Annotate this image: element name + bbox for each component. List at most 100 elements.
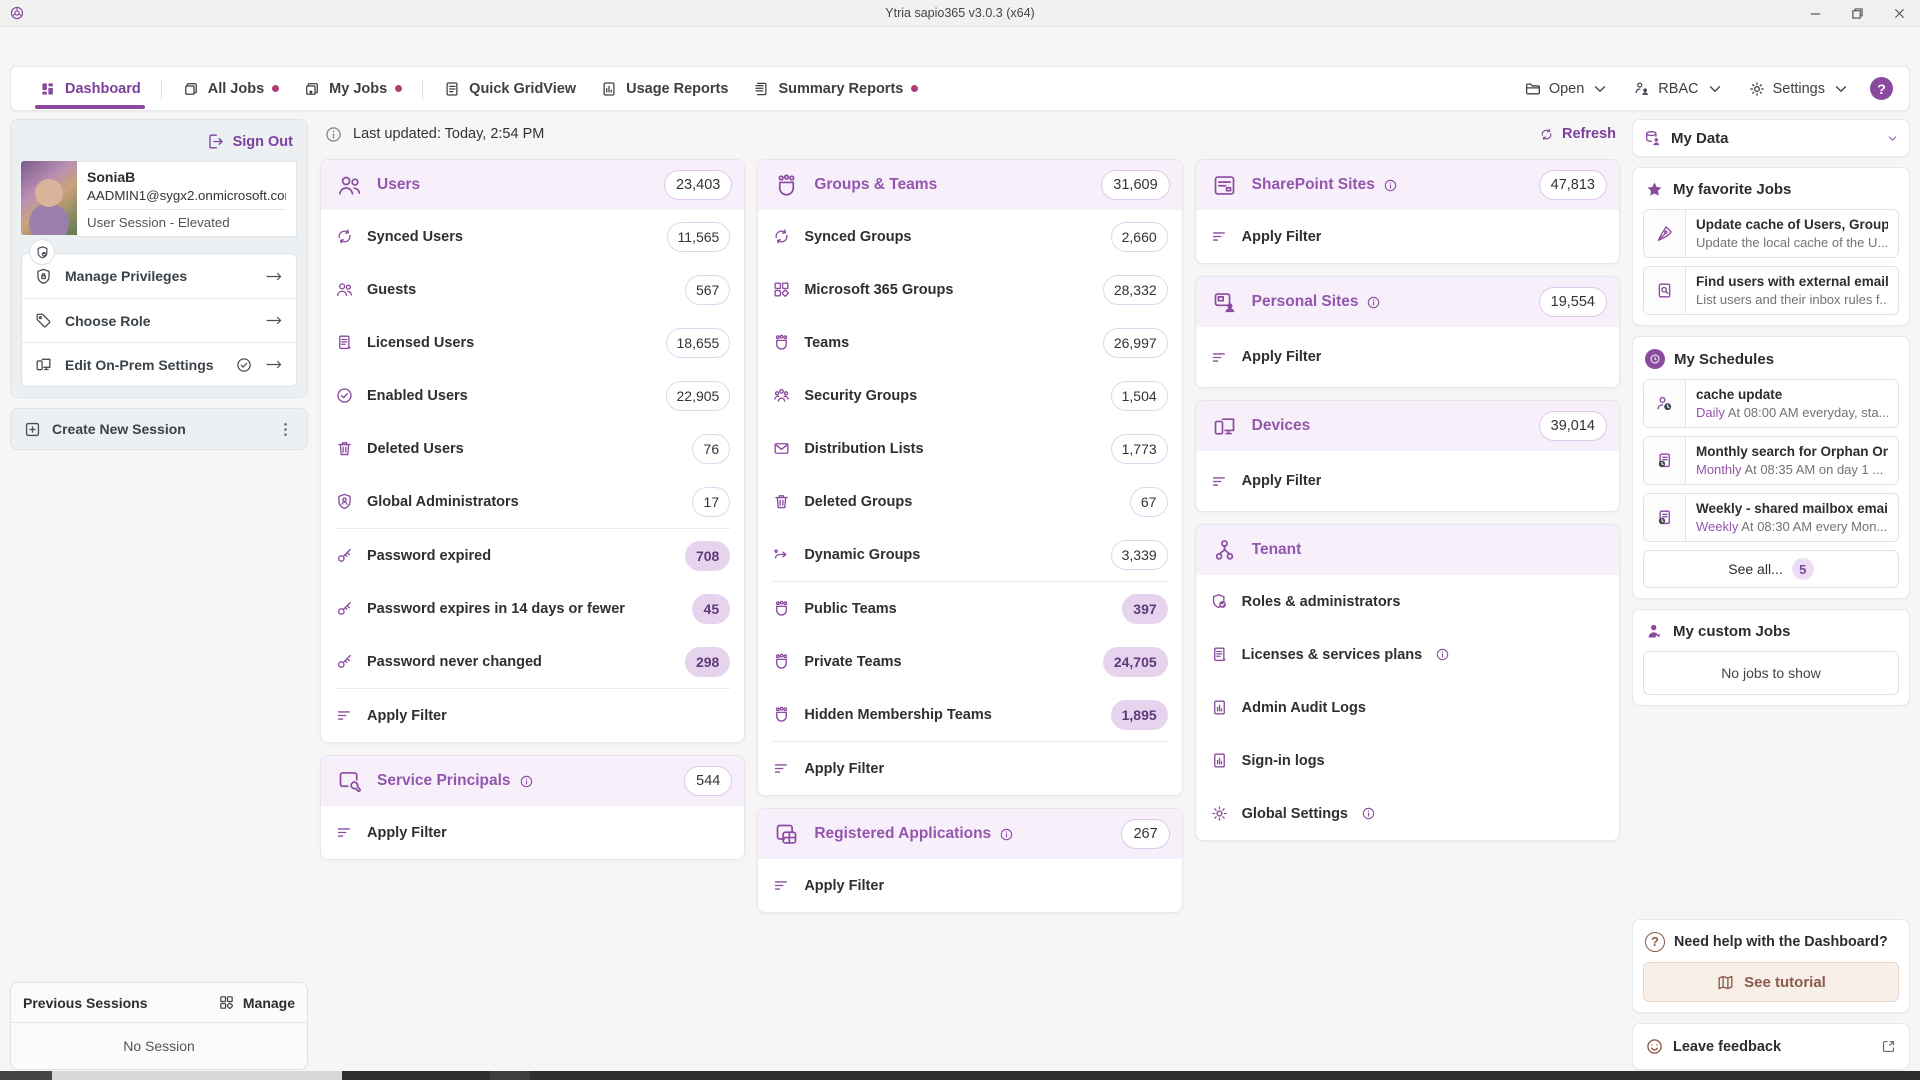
schedule-item[interactable]: Weekly - shared mailbox email... Weekly … — [1643, 493, 1899, 542]
settings-menu-button[interactable]: Settings — [1748, 80, 1850, 98]
sharepoint-sites-card: SharePoint Sites 47,813 Apply Filter — [1195, 159, 1620, 264]
notification-dot — [272, 85, 279, 92]
sign-out-button[interactable]: Sign Out — [206, 132, 293, 151]
person-icon — [1645, 622, 1664, 641]
edit-onprem-settings-item[interactable]: Edit On-Prem Settings — [22, 342, 296, 386]
info-icon — [1361, 806, 1376, 821]
square-plus-icon — [23, 420, 42, 439]
list-item-licensed-users[interactable]: Licensed Users18,655 — [321, 316, 744, 369]
info-icon — [519, 774, 534, 789]
see-tutorial-button[interactable]: See tutorial — [1643, 962, 1899, 1002]
list-item-dynamic-groups[interactable]: Dynamic Groups3,339 — [758, 528, 1181, 581]
favorite-job-item[interactable]: Find users with external email ... List … — [1643, 266, 1899, 315]
previous-sessions-card: Previous Sessions Manage No Session — [10, 982, 308, 1070]
doc-clock-icon — [1644, 494, 1686, 541]
list-item-enabled-users[interactable]: Enabled Users22,905 — [321, 369, 744, 422]
registered-applications-header[interactable]: Registered Applications 267 — [758, 809, 1181, 859]
check-circle-icon — [235, 356, 253, 374]
groups-apply-filter-button[interactable]: Apply Filter — [758, 742, 1181, 795]
sharepoint-sites-header[interactable]: SharePoint Sites 47,813 — [1196, 160, 1619, 210]
see-all-button[interactable]: See all... 5 — [1643, 550, 1899, 588]
list-item-password-expires-soon[interactable]: Password expires in 14 days or fewer45 — [321, 582, 744, 635]
list-item-synced-groups[interactable]: Synced Groups2,660 — [758, 210, 1181, 263]
personal-sites-apply-filter-button[interactable]: Apply Filter — [1196, 327, 1619, 387]
my-data-card[interactable]: My Data — [1632, 119, 1910, 157]
license-icon — [335, 333, 354, 352]
filter-icon — [1210, 348, 1229, 367]
kebab-menu-icon[interactable] — [276, 420, 295, 439]
service-wrench-icon — [336, 768, 363, 795]
users-card-header[interactable]: Users 23,403 — [321, 160, 744, 210]
tab-quick-gridview[interactable]: Quick GridView — [431, 67, 588, 110]
security-group-icon — [772, 386, 791, 405]
tab-all-jobs[interactable]: All Jobs — [170, 67, 291, 110]
list-item-security-groups[interactable]: Security Groups1,504 — [758, 369, 1181, 422]
list-item-password-expired[interactable]: Password expired708 — [321, 529, 744, 582]
schedule-item[interactable]: cache update Daily At 08:00 AM everyday,… — [1643, 379, 1899, 428]
tab-summary-reports[interactable]: Summary Reports — [740, 67, 930, 110]
user-email: AADMIN1@sygx2.onmicrosoft.com — [87, 188, 286, 203]
right-panel: My Data My favorite Jobs Update cache of… — [1632, 119, 1910, 1070]
schedule-item[interactable]: Monthly search for Orphan On... Monthly … — [1643, 436, 1899, 485]
devices-header[interactable]: Devices 39,014 — [1196, 401, 1619, 451]
service-principals-apply-filter-button[interactable]: Apply Filter — [321, 806, 744, 859]
list-item-private-teams[interactable]: Private Teams24,705 — [758, 635, 1181, 688]
manage-privileges-item[interactable]: Manage Privileges — [22, 254, 296, 298]
list-item-deleted-groups[interactable]: Deleted Groups67 — [758, 475, 1181, 528]
dynamic-flow-icon — [772, 545, 791, 564]
restore-button[interactable] — [1836, 0, 1878, 26]
list-item-global-administrators[interactable]: Global Administrators17 — [321, 475, 744, 528]
rbac-menu-button[interactable]: RBAC — [1633, 80, 1723, 98]
create-new-session-button[interactable]: Create New Session — [10, 408, 308, 450]
personal-sites-header[interactable]: Personal Sites 19,554 — [1196, 277, 1619, 327]
list-item-public-teams[interactable]: Public Teams397 — [758, 582, 1181, 635]
list-item-deleted-users[interactable]: Deleted Users76 — [321, 422, 744, 475]
app-window-icon — [773, 821, 800, 848]
list-item-m365-groups[interactable]: Microsoft 365 Groups28,332 — [758, 263, 1181, 316]
list-item-admin-audit-logs[interactable]: Admin Audit Logs — [1196, 681, 1619, 734]
info-icon — [324, 125, 343, 144]
open-menu-button[interactable]: Open — [1524, 80, 1609, 98]
open-external-icon[interactable] — [1880, 1038, 1897, 1055]
users-apply-filter-button[interactable]: Apply Filter — [321, 689, 744, 742]
sharepoint-apply-filter-button[interactable]: Apply Filter — [1196, 210, 1619, 263]
list-item-roles-administrators[interactable]: Roles & administrators — [1196, 575, 1619, 628]
check-circle-icon — [335, 386, 354, 405]
refresh-button[interactable]: Refresh — [1539, 126, 1616, 142]
tab-dashboard[interactable]: Dashboard — [27, 67, 153, 110]
list-item-guests[interactable]: Guests567 — [321, 263, 744, 316]
license-icon — [1210, 645, 1229, 664]
tenant-header[interactable]: Tenant — [1196, 525, 1619, 575]
list-item-global-settings[interactable]: Global Settings — [1196, 787, 1619, 840]
arrow-right-icon — [265, 311, 284, 330]
arrow-right-icon — [265, 355, 284, 374]
filter-icon — [335, 823, 354, 842]
help-card: ? Need help with the Dashboard? See tuto… — [1632, 919, 1910, 1013]
tab-usage-reports[interactable]: Usage Reports — [588, 67, 740, 110]
registered-applications-apply-filter-button[interactable]: Apply Filter — [758, 859, 1181, 912]
devices-apply-filter-button[interactable]: Apply Filter — [1196, 451, 1619, 511]
list-item-password-never-changed[interactable]: Password never changed298 — [321, 635, 744, 688]
map-icon — [1716, 973, 1735, 992]
sync-icon — [772, 227, 791, 246]
list-item-licenses-services-plans[interactable]: Licenses & services plans — [1196, 628, 1619, 681]
list-item-synced-users[interactable]: Synced Users11,565 — [321, 210, 744, 263]
list-item-hidden-membership-teams[interactable]: Hidden Membership Teams1,895 — [758, 688, 1181, 741]
groups-teams-header[interactable]: Groups & Teams 31,609 — [758, 160, 1181, 210]
list-item-sign-in-logs[interactable]: Sign-in logs — [1196, 734, 1619, 787]
list-item-distribution-lists[interactable]: Distribution Lists1,773 — [758, 422, 1181, 475]
favorite-job-item[interactable]: Update cache of Users, Groups... Update … — [1643, 209, 1899, 258]
list-item-teams[interactable]: Teams26,997 — [758, 316, 1181, 369]
help-button[interactable]: ? — [1870, 77, 1893, 100]
tab-my-jobs[interactable]: My Jobs — [291, 67, 414, 110]
minimize-button[interactable] — [1794, 0, 1836, 26]
close-button[interactable] — [1878, 0, 1920, 26]
service-principals-header[interactable]: Service Principals 544 — [321, 756, 744, 806]
chevron-down-icon[interactable] — [1886, 132, 1899, 145]
personal-site-icon — [1211, 289, 1238, 316]
manage-sessions-button[interactable]: Manage — [218, 994, 295, 1011]
session-card: Sign Out SoniaB AADMIN1@sygx2.onmicrosof… — [10, 119, 308, 398]
choose-role-item[interactable]: Choose Role — [22, 298, 296, 342]
feedback-card[interactable]: Leave feedback — [1632, 1023, 1910, 1070]
registered-applications-count: 267 — [1121, 819, 1169, 849]
